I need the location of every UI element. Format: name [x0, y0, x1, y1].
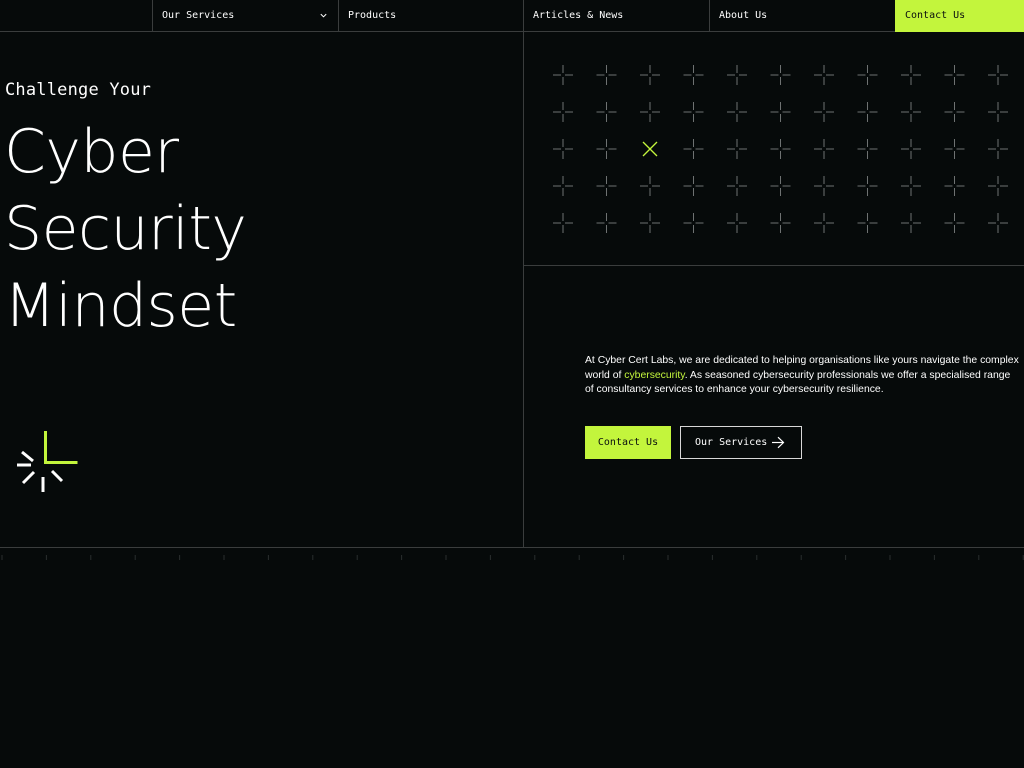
nav-item-about-us[interactable]: About Us: [709, 0, 895, 32]
crosshair-icon: [857, 102, 878, 122]
crosshair-icon: [640, 213, 660, 233]
crosshair-icon: [857, 139, 878, 159]
nav-item-label: Products: [348, 10, 397, 21]
crosshair-icon: [553, 102, 573, 122]
crosshair-icon: [596, 102, 617, 122]
crosshair-icon: [553, 213, 573, 233]
nav-item-label: About Us: [719, 10, 768, 21]
crosshair-icon: [770, 65, 791, 85]
headline-line-2: Security: [4, 194, 247, 264]
crosshair-icon: [988, 139, 1008, 159]
headline-line-1: Cyber: [4, 117, 179, 187]
crosshair-icon: [553, 176, 573, 196]
top-nav: Our Services Products Articles & News Ab…: [0, 0, 1024, 32]
arrow-right-icon: [772, 436, 785, 449]
crosshair-icon: [596, 176, 617, 196]
ruler-ticks: [1, 555, 1024, 560]
crosshair-icon: [683, 176, 704, 196]
nav-item-our-services[interactable]: Our Services: [152, 0, 338, 32]
crosshair-icon: [814, 176, 834, 196]
crosshair-icon: [944, 102, 965, 122]
headline-line-3: Mindset: [4, 271, 237, 341]
brand-logo-icon: [17, 431, 78, 492]
nav-contact-button[interactable]: Contact Us: [895, 0, 1024, 32]
crosshair-icon: [727, 65, 747, 85]
hero-headline: Cyber Security Mindset: [4, 114, 247, 345]
crosshair-icon: [901, 102, 921, 122]
crosshair-icon: [901, 176, 921, 196]
crosshair-icon: [770, 102, 791, 122]
crosshair-icon: [553, 139, 573, 159]
nav-item-label: Articles & News: [533, 10, 624, 21]
crosshair-icon: [988, 102, 1008, 122]
crosshair-icon: [901, 139, 921, 159]
crosshair-icon: [683, 139, 704, 159]
crosshair-icon: [944, 65, 965, 85]
crosshair-icon: [596, 213, 617, 233]
crosshair-icon: [814, 139, 834, 159]
crosshair-icon: [640, 176, 660, 196]
crosshair-icon: [814, 102, 834, 122]
crosshair-icon: [857, 65, 878, 85]
intro-highlight: cybersecurity: [624, 369, 685, 381]
crosshair-icon: [727, 213, 747, 233]
crosshair-icon: [727, 139, 747, 159]
crosshair-icon: [596, 139, 617, 159]
our-services-button[interactable]: Our Services: [680, 426, 802, 459]
crosshair-icon: [857, 213, 878, 233]
crosshair-icon: [683, 213, 704, 233]
crosshair-icon: [727, 102, 747, 122]
crosshair-icon: [988, 65, 1008, 85]
panel-divider: [523, 265, 1024, 266]
crosshair-icon: [901, 65, 921, 85]
crosshair-icon: [944, 176, 965, 196]
crosshair-icon: [944, 213, 965, 233]
contact-us-button-label: Contact Us: [597, 437, 659, 448]
crosshair-icon: [596, 65, 617, 85]
crosshair-icon: [857, 176, 878, 196]
crosshair-icon: [553, 65, 573, 85]
crosshair-icon: [640, 102, 660, 122]
section-divider: [0, 547, 1024, 548]
crosshair-icon: [640, 65, 660, 85]
crosshair-icon: [814, 213, 834, 233]
crosshair-icon: [727, 176, 747, 196]
crosshair-icon: [814, 65, 834, 85]
crosshair-icon: [901, 213, 921, 233]
crosshair-icon: [770, 176, 791, 196]
contact-us-button[interactable]: Contact Us: [585, 426, 671, 459]
chevron-down-icon: [320, 13, 327, 18]
crosshair-icon: [683, 65, 704, 85]
crosshair-icon: [988, 176, 1008, 196]
intro-paragraph: At Cyber Cert Labs, we are dedicated to …: [585, 354, 1021, 398]
nav-item-products[interactable]: Products: [338, 0, 523, 32]
our-services-button-label: Our Services: [695, 437, 768, 448]
hero-eyebrow: Challenge Your: [5, 80, 152, 100]
crosshair-icon: [770, 139, 791, 159]
crosshair-icon: [988, 213, 1008, 233]
crosshair-grid: [553, 65, 1008, 233]
crosshair-icon: [770, 213, 791, 233]
crosshair-icon: [944, 139, 965, 159]
nav-item-articles-news[interactable]: Articles & News: [523, 0, 709, 32]
nav-contact-label: Contact Us: [905, 10, 966, 21]
crosshair-icon: [683, 102, 704, 122]
nav-item-label: Our Services: [162, 10, 235, 21]
x-mark-icon: [642, 141, 658, 157]
